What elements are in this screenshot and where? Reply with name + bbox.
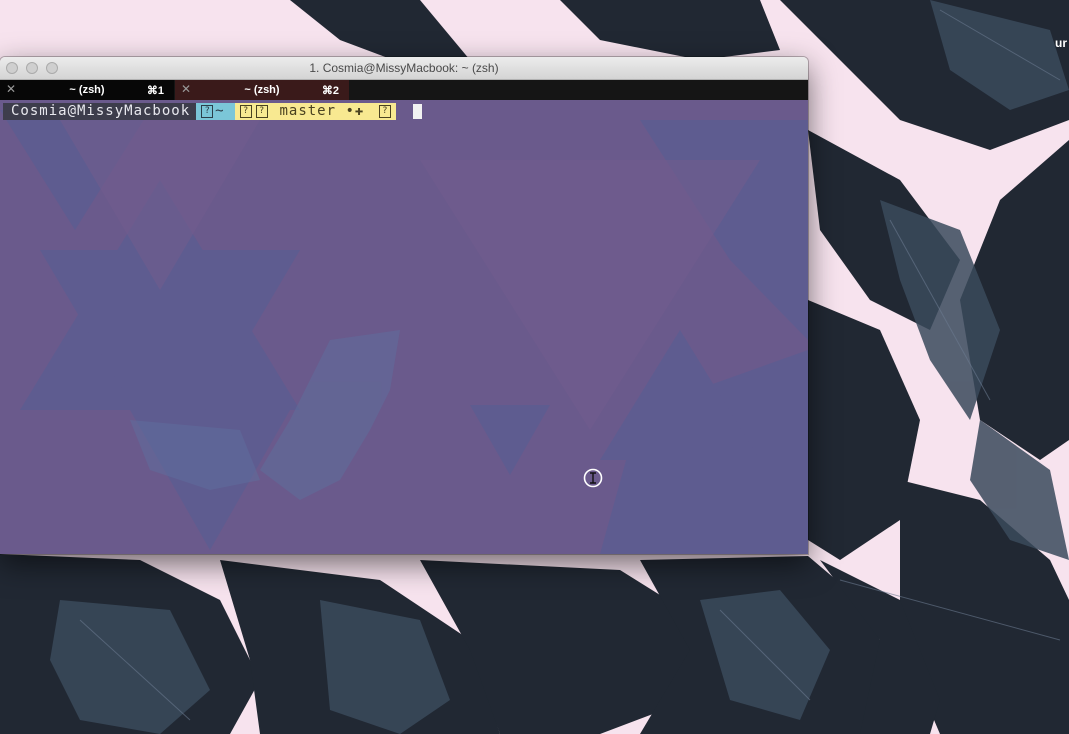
prompt-user-host: Cosmia@MissyMacbook bbox=[3, 103, 197, 120]
tab-shortcut: ⌘1 bbox=[146, 85, 164, 97]
prompt-directory-segment: ? ~ bbox=[196, 103, 236, 120]
git-icon: ? bbox=[240, 105, 253, 118]
terminal-cursor bbox=[413, 104, 422, 119]
title-bar[interactable]: 1. Cosmia@MissyMacbook: ~ (zsh) bbox=[0, 57, 808, 80]
text-cursor-ibeam-icon bbox=[583, 468, 603, 488]
tab-2[interactable]: ✕ ~ (zsh) ⌘2 bbox=[175, 80, 349, 100]
desktop-edge-text: ur bbox=[1055, 36, 1067, 50]
shell-prompt: Cosmia@MissyMacbook ? ~ ? ? master •✚ ? bbox=[3, 103, 396, 120]
tab-bar: ✕ ~ (zsh) ⌘1 ✕ ~ (zsh) ⌘2 bbox=[0, 80, 808, 100]
branch-icon: ? bbox=[256, 105, 269, 118]
terminal-window[interactable]: 1. Cosmia@MissyMacbook: ~ (zsh) ✕ ~ (zsh… bbox=[0, 57, 808, 554]
tab-shortcut: ⌘2 bbox=[321, 85, 339, 97]
terminal-content[interactable]: Cosmia@MissyMacbook ? ~ ? ? master •✚ ? bbox=[0, 100, 808, 554]
folder-icon: ? bbox=[201, 105, 214, 118]
git-branch: master bbox=[279, 103, 337, 119]
prompt-end-segment: ? bbox=[376, 103, 396, 120]
prompt-arrow-icon: ? bbox=[378, 105, 391, 118]
prompt-git-segment: ? ? master •✚ bbox=[235, 103, 377, 120]
window-title: 1. Cosmia@MissyMacbook: ~ (zsh) bbox=[309, 61, 499, 75]
git-status: •✚ bbox=[345, 103, 365, 119]
tab-1[interactable]: ✕ ~ (zsh) ⌘1 bbox=[0, 80, 174, 100]
prompt-directory: ~ bbox=[215, 103, 224, 119]
terminal-background-image bbox=[0, 100, 808, 554]
